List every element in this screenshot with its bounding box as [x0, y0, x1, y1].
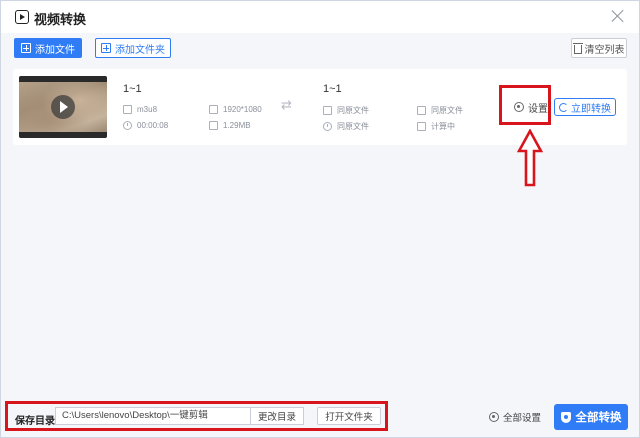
- toolbar: 添加文件 添加文件夹 清空列表: [1, 33, 639, 63]
- source-format: m3u8: [123, 105, 157, 114]
- all-settings-button[interactable]: 全部设置: [489, 409, 541, 425]
- clock-icon: [123, 121, 132, 130]
- red-arrow-up-icon: [517, 129, 543, 187]
- convert-all-icon: [560, 411, 571, 423]
- convert-now-button[interactable]: 立即转换: [554, 98, 616, 116]
- bottom-bar: 保存目录 C:\Users\lenovo\Desktop\一键剪辑 更改目录 打…: [1, 397, 639, 437]
- target-file-name: 1~1: [323, 83, 342, 95]
- convert-all-button[interactable]: 全部转换: [554, 404, 628, 430]
- resolution-icon: [417, 106, 426, 115]
- settings-button[interactable]: 设置: [508, 97, 554, 117]
- source-resolution: 1920*1080: [209, 105, 262, 114]
- resolution-icon: [209, 105, 218, 114]
- refresh-icon: [559, 102, 568, 112]
- clear-list-label: 清空列表: [584, 44, 625, 56]
- all-settings-label: 全部设置: [503, 413, 542, 424]
- gear-icon: [489, 412, 499, 422]
- clear-list-button[interactable]: 清空列表: [571, 38, 627, 58]
- open-folder-button[interactable]: 打开文件夹: [317, 407, 381, 425]
- add-folder-button[interactable]: 添加文件夹: [95, 38, 171, 58]
- target-size: 计算中: [417, 121, 455, 132]
- target-resolution: 同原文件: [417, 105, 463, 116]
- file-size-icon: [209, 121, 218, 130]
- change-dir-button[interactable]: 更改目录: [250, 407, 304, 425]
- close-icon[interactable]: [611, 9, 625, 23]
- source-size: 1.29MB: [209, 121, 251, 130]
- gear-icon: [514, 102, 524, 112]
- target-format: 同原文件: [323, 105, 369, 116]
- play-icon[interactable]: [51, 95, 75, 119]
- file-format-icon: [323, 106, 332, 115]
- save-path-input[interactable]: C:\Users\lenovo\Desktop\一键剪辑: [55, 407, 251, 425]
- target-duration: 同原文件: [323, 121, 369, 132]
- add-file-label: 添加文件: [35, 44, 75, 56]
- window-title: 视频转换: [34, 12, 87, 27]
- video-app-icon: [15, 10, 29, 24]
- add-folder-label: 添加文件夹: [115, 44, 165, 56]
- convert-all-label: 全部转换: [575, 412, 622, 424]
- settings-label: 设置: [528, 103, 548, 115]
- clock-icon: [323, 122, 332, 131]
- add-file-icon: [21, 43, 31, 53]
- add-file-button[interactable]: 添加文件: [14, 38, 82, 58]
- video-thumbnail[interactable]: [19, 76, 107, 138]
- source-file-name: 1~1: [123, 83, 142, 95]
- trash-icon: [572, 42, 583, 54]
- video-converter-window: 视频转换 添加文件 添加文件夹 清空列表 1~1 m3u8 1920*1080: [0, 0, 640, 438]
- convert-now-label: 立即转换: [571, 103, 611, 115]
- convert-arrow-icon: ⇄: [281, 97, 292, 112]
- save-dir-label: 保存目录: [15, 416, 55, 427]
- file-size-icon: [417, 122, 426, 131]
- source-duration: 00:00:08: [123, 121, 168, 130]
- title-bar: 视频转换: [1, 1, 639, 33]
- add-folder-icon: [101, 43, 111, 53]
- file-format-icon: [123, 105, 132, 114]
